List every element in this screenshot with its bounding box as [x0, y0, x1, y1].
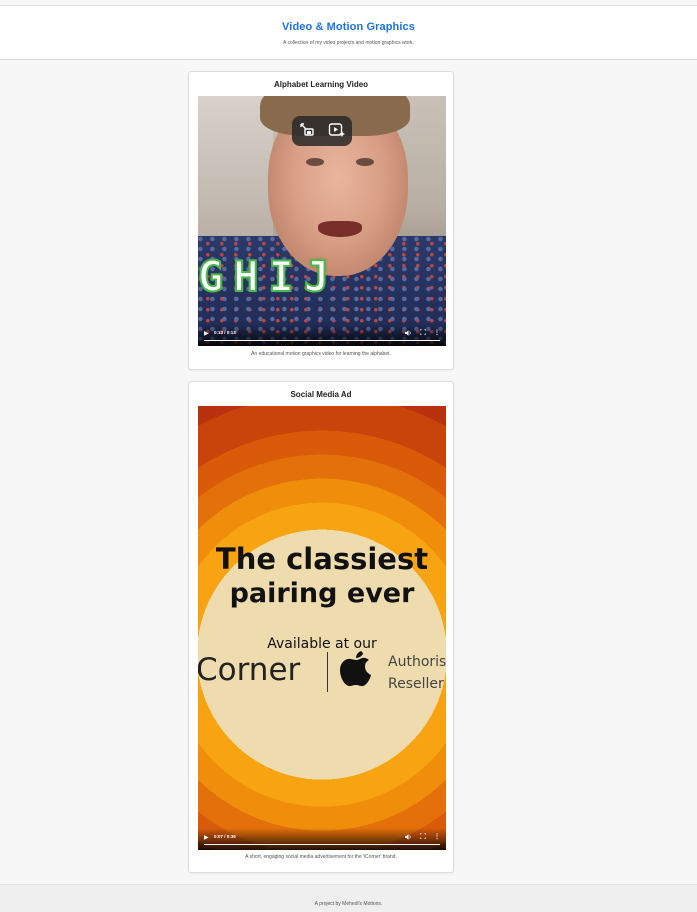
video-frame-eye-left	[306, 158, 324, 166]
page-title: Video & Motion Graphics	[282, 21, 415, 33]
project-card-alphabet: Alphabet Learning Video GHIJ ▶ 0:13 / 0:…	[188, 71, 454, 370]
video-progress-fill	[204, 340, 440, 341]
more-options-icon[interactable]: ⋮	[434, 833, 440, 840]
play-icon[interactable]: ▶	[204, 330, 209, 337]
video-progress-bar[interactable]	[204, 844, 440, 845]
video-controls: ▶ 0:07 / 0:39 ⋮	[198, 828, 446, 850]
play-icon[interactable]: ▶	[204, 834, 209, 841]
video-time: 0:13 / 0:13	[214, 330, 236, 335]
ad-authorised-line2: Reseller	[388, 676, 444, 692]
video-progress-fill	[204, 844, 440, 845]
footer-text: A project by Mehedi's Motions.	[314, 901, 383, 907]
ad-available-text: Available at our	[267, 636, 377, 652]
project-title: Social Media Ad	[290, 390, 352, 399]
alphabet-overlay-letters: GHIJ	[198, 251, 340, 302]
fullscreen-icon[interactable]	[419, 832, 427, 841]
video-progress-bar[interactable]	[204, 340, 440, 341]
more-options-icon[interactable]: ⋮	[434, 329, 440, 336]
page-subtitle: A collection of my video projects and mo…	[283, 40, 414, 46]
video-player-alphabet[interactable]: GHIJ ▶ 0:13 / 0:13 ⋮	[198, 96, 446, 346]
video-overlay-toolbar	[292, 116, 352, 146]
page-footer: A project by Mehedi's Motions.	[0, 884, 697, 912]
ad-brand-text: Corner	[198, 652, 301, 688]
project-card-social-ad: Social Media Ad The classiest pairing ev…	[188, 381, 454, 873]
ad-divider	[327, 652, 328, 692]
picture-in-picture-icon[interactable]	[299, 122, 315, 140]
ad-headline-line2: pairing ever	[229, 578, 415, 609]
apple-logo-icon	[339, 646, 373, 688]
page-header: Video & Motion Graphics A collection of …	[0, 6, 697, 60]
video-frame-mouth	[318, 221, 362, 237]
project-description: An educational motion graphics video for…	[251, 351, 391, 357]
ad-headline-line1: The classiest	[215, 542, 429, 576]
video-frame-eye-right	[356, 158, 374, 166]
project-description: A short, engaging social media advertise…	[245, 854, 397, 860]
ad-sunburst-background	[198, 406, 446, 850]
video-effects-icon[interactable]	[328, 122, 346, 140]
video-player-social-ad[interactable]: The classiest pairing ever Available at …	[198, 406, 446, 850]
volume-icon[interactable]	[405, 834, 412, 842]
video-time: 0:07 / 0:39	[214, 834, 236, 839]
project-title: Alphabet Learning Video	[273, 80, 369, 89]
fullscreen-icon[interactable]	[419, 328, 427, 337]
ad-authorised-line1: Authorised	[388, 654, 446, 670]
video-controls: ▶ 0:13 / 0:13 ⋮	[198, 324, 446, 346]
volume-icon[interactable]	[405, 330, 412, 338]
